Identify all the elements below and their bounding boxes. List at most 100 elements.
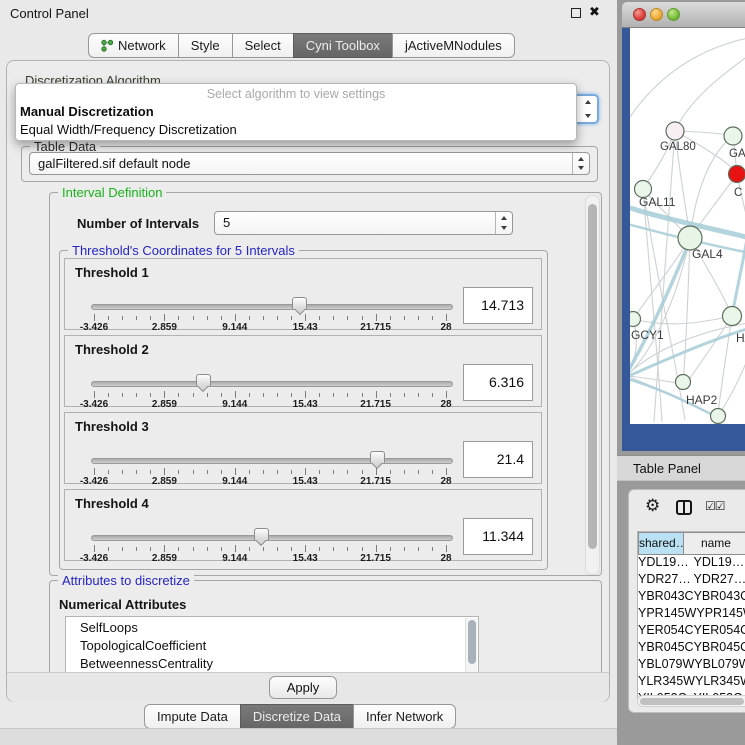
column-header-name[interactable]: name: [684, 532, 745, 555]
cell-shared-name[interactable]: YDL19…: [638, 555, 689, 572]
tab-label: Impute Data: [157, 709, 228, 724]
threshold-row-1: Threshold 1-3.4262.8599.14415.4321.71528…: [64, 258, 542, 330]
algorithm-option-manual[interactable]: Manual Discretization: [20, 104, 154, 119]
table-row[interactable]: YBR043CYBR043C: [638, 589, 745, 606]
tick-label: 21.715: [360, 322, 391, 333]
close-traffic-light-icon[interactable]: [633, 8, 646, 21]
node-label-ga: GA: [729, 148, 745, 160]
threshold-value-field[interactable]: 14.713: [463, 287, 533, 324]
algorithm-dropdown-popup: Select algorithm to view settings Manual…: [15, 83, 577, 141]
node-h[interactable]: [723, 307, 742, 326]
table-row[interactable]: YER054CYER054C: [638, 623, 745, 640]
cell-name[interactable]: YBL079W: [694, 657, 745, 674]
slider-track[interactable]: [91, 381, 453, 387]
node-red[interactable]: [729, 166, 745, 183]
apply-bar: Apply: [7, 672, 609, 702]
threshold-value-field[interactable]: 21.4: [463, 441, 533, 478]
cyni-toolbox-panel: Discretization Algorithm Select algorith…: [6, 60, 610, 702]
column-header-shared-name[interactable]: shared…: [638, 532, 684, 555]
tick-label: 9.144: [222, 399, 247, 410]
tick-label: 2.859: [152, 553, 177, 564]
tab-select[interactable]: Select: [232, 33, 294, 58]
table-horizontal-scrollbar[interactable]: [637, 695, 745, 707]
scrollbar-thumb[interactable]: [468, 620, 476, 664]
numerical-attributes-label: Numerical Attributes: [59, 597, 186, 612]
slider-track[interactable]: [91, 535, 453, 541]
table-row[interactable]: YBR045CYBR045C: [638, 640, 745, 657]
threshold-label: Threshold 4: [75, 496, 149, 511]
node-top-right[interactable]: [724, 127, 742, 145]
float-window-icon[interactable]: [571, 8, 581, 18]
cell-name[interactable]: YBR045C: [694, 640, 745, 657]
panel-title: Control Panel: [10, 6, 89, 21]
network-edge: [630, 38, 745, 126]
close-icon[interactable]: ✖: [589, 4, 600, 20]
column-layout-icon[interactable]: [676, 500, 692, 515]
tab-cyni-toolbox[interactable]: Cyni Toolbox: [293, 33, 393, 58]
node-hap2[interactable]: [676, 375, 691, 390]
list-vertical-scrollbar[interactable]: [465, 618, 477, 673]
scrollbar-thumb[interactable]: [588, 204, 597, 549]
zoom-traffic-light-icon[interactable]: [667, 8, 680, 21]
cell-shared-name[interactable]: YER054C: [638, 623, 694, 640]
threshold-label: Threshold 2: [75, 342, 149, 357]
tick-label: 15.43: [293, 322, 318, 333]
table-data-combobox[interactable]: galFiltered.sif default node: [29, 152, 590, 175]
network-window-titlebar[interactable]: [622, 2, 745, 28]
node-label-gal4: GAL4: [692, 247, 723, 261]
table-row[interactable]: YDL19…YDL19…: [638, 555, 745, 572]
cell-shared-name[interactable]: YBR045C: [638, 640, 694, 657]
cell-name[interactable]: YPR145W: [696, 606, 745, 623]
cell-name[interactable]: YDL19…: [689, 555, 745, 572]
network-view-window: GAL80GACGAL11GAL4GCY1HAHAP2: [622, 2, 745, 451]
slider-track[interactable]: [91, 304, 453, 310]
node-attribute-table[interactable]: shared… name YDL19…YDL19…YDR27…YDR27…YBR…: [637, 531, 745, 698]
scrollbar-thumb[interactable]: [640, 698, 744, 705]
table-row[interactable]: YPR145WYPR145W: [638, 606, 745, 623]
panel-vertical-scrollbar[interactable]: [585, 195, 600, 575]
tab-impute-data[interactable]: Impute Data: [144, 704, 241, 729]
table-row[interactable]: YBL079WYBL079W: [638, 657, 745, 674]
tab-style[interactable]: Style: [178, 33, 233, 58]
network-canvas[interactable]: GAL80GACGAL11GAL4GCY1HAHAP2: [630, 28, 745, 424]
cell-shared-name[interactable]: YBR043C: [638, 589, 694, 606]
table-row[interactable]: YLR345WYLR345W: [638, 674, 745, 691]
tick-label: 9.144: [222, 476, 247, 487]
cell-name[interactable]: YLR345W: [695, 674, 745, 691]
tick-label: 28: [440, 476, 451, 487]
table-panel: ⚙ ☑☑ shared… name YDL19…YDL19…YDR27…YDR2…: [628, 489, 745, 713]
algorithm-option-equal-width[interactable]: Equal Width/Frequency Discretization: [20, 122, 237, 137]
threshold-value-field[interactable]: 11.344: [463, 518, 533, 555]
cell-name[interactable]: YER054C: [694, 623, 745, 640]
table-row[interactable]: YDR27…YDR27…: [638, 572, 745, 589]
tab-network[interactable]: Network: [88, 33, 179, 58]
tab-label: Style: [191, 38, 220, 53]
tick-label: 21.715: [360, 553, 391, 564]
number-of-intervals-combobox[interactable]: 5: [214, 211, 513, 235]
cell-shared-name[interactable]: YLR345W: [638, 674, 695, 691]
cell-shared-name[interactable]: YPR145W: [638, 606, 696, 623]
threshold-value-field[interactable]: 6.316: [463, 364, 533, 401]
node-bottom[interactable]: [711, 409, 726, 424]
node-gal80[interactable]: [666, 122, 684, 140]
select-columns-icon[interactable]: ☑☑: [705, 499, 725, 513]
slider-track[interactable]: [91, 458, 453, 464]
tab-jactivemnodules[interactable]: jActiveMNodules: [392, 33, 515, 58]
minimize-traffic-light-icon[interactable]: [650, 8, 663, 21]
attribute-item-betweennesscentrality[interactable]: BetweennessCentrality: [66, 655, 478, 673]
cell-name[interactable]: YBR043C: [694, 589, 745, 606]
tab-discretize-data[interactable]: Discretize Data: [240, 704, 354, 729]
node-gcy1[interactable]: [630, 312, 641, 327]
network-edge: [683, 238, 690, 382]
cell-shared-name[interactable]: YDR27…: [638, 572, 691, 589]
network-edge: [718, 316, 732, 416]
tab-infer-network[interactable]: Infer Network: [353, 704, 456, 729]
gear-icon[interactable]: ⚙: [645, 496, 660, 516]
attribute-item-topologicalcoefficient[interactable]: TopologicalCoefficient: [66, 637, 478, 655]
cell-name[interactable]: YDR27…: [691, 572, 745, 589]
cell-shared-name[interactable]: YBL079W: [638, 657, 694, 674]
attribute-item-selfloops[interactable]: SelfLoops: [66, 619, 478, 637]
attributes-listbox[interactable]: SelfLoopsTopologicalCoefficientBetweenne…: [65, 616, 479, 675]
combo-arrows-icon: [572, 153, 589, 174]
apply-button[interactable]: Apply: [269, 676, 337, 699]
